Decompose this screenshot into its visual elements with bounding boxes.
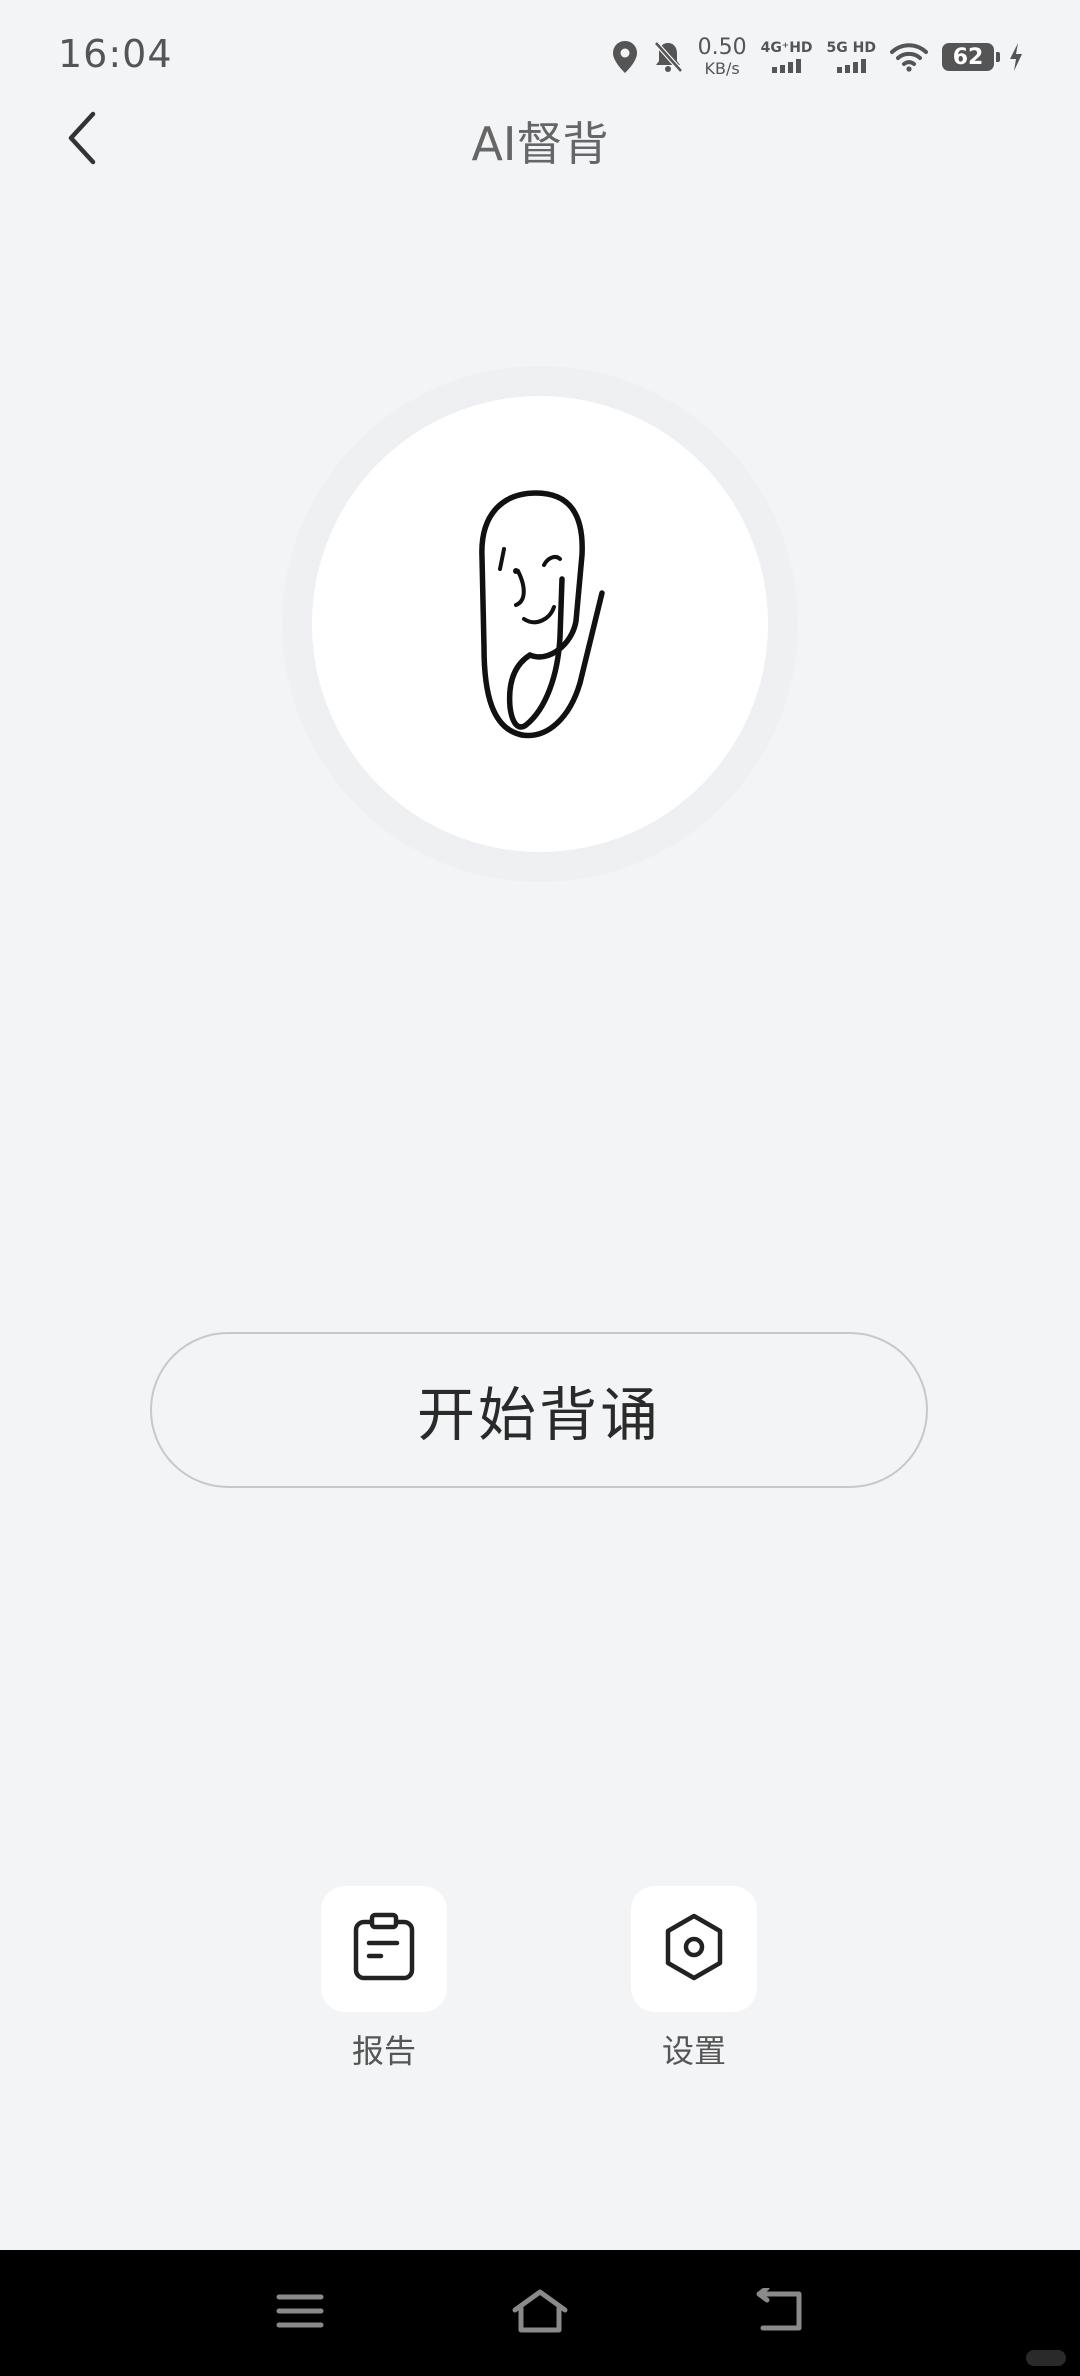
back-icon xyxy=(753,2285,807,2338)
location-icon xyxy=(612,40,638,74)
system-nav-bar xyxy=(0,2250,1080,2376)
network-speed-unit: KB/s xyxy=(704,59,740,78)
wifi-icon xyxy=(890,42,928,72)
network-speed: 0.50 KB/s xyxy=(698,37,747,77)
settings-tile[interactable] xyxy=(631,1886,757,2012)
network-speed-value: 0.50 xyxy=(697,35,747,60)
start-recitation-button[interactable]: 开始背诵 xyxy=(150,1332,928,1488)
settings-label: 设置 xyxy=(661,2032,726,2070)
signal-bars-icon xyxy=(772,59,802,73)
menu-icon xyxy=(276,2291,324,2335)
nav-home-button[interactable] xyxy=(500,2278,580,2348)
report-button[interactable]: 报告 xyxy=(294,1886,474,2072)
charging-icon xyxy=(1008,42,1024,72)
status-time: 16:04 xyxy=(58,32,173,76)
hexagon-gear-icon xyxy=(661,1912,727,1986)
home-icon xyxy=(511,2288,569,2338)
sim2-label: 5G HD xyxy=(826,40,876,56)
sim1-signal: 4G⁺HD xyxy=(761,41,813,73)
avatar xyxy=(312,396,768,852)
battery-indicator: 62 xyxy=(942,43,1000,71)
nav-back-button[interactable] xyxy=(740,2278,820,2348)
settings-button[interactable]: 设置 xyxy=(604,1886,784,2072)
report-label: 报告 xyxy=(351,2032,416,2070)
paperclip-mascot-icon xyxy=(470,487,610,761)
bell-muted-icon xyxy=(652,40,684,74)
page-title: AI督背 xyxy=(471,117,609,171)
status-icons: 0.50 KB/s 4G⁺HD 5G HD 62 xyxy=(612,32,1024,82)
signal-bars-icon xyxy=(836,59,866,73)
nav-menu-button[interactable] xyxy=(260,2278,340,2348)
sim2-signal: 5G HD xyxy=(827,41,876,73)
sim1-label: 4G⁺HD xyxy=(760,40,813,56)
nav-handle xyxy=(1026,2350,1066,2366)
clipboard-icon xyxy=(351,1912,417,1986)
report-tile[interactable] xyxy=(321,1886,447,2012)
status-bar: 16:04 0.50 KB/s 4G⁺HD 5G HD 62 xyxy=(0,0,1080,110)
